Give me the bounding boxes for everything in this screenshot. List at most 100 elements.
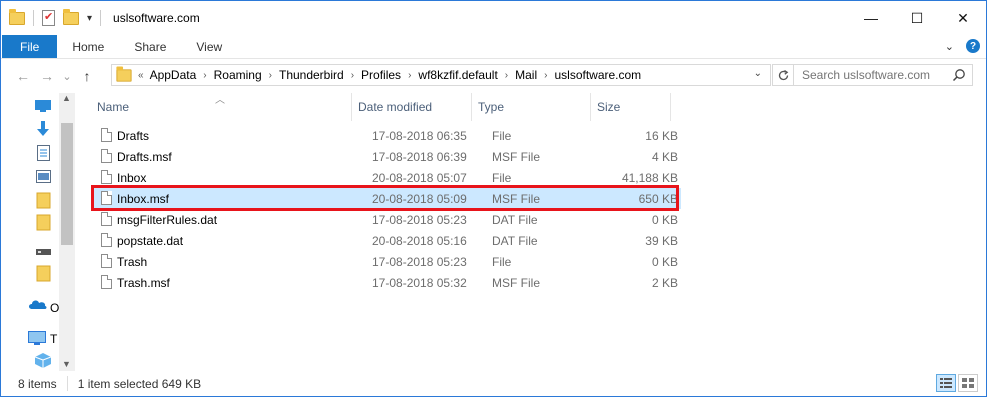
file-icon [101,149,112,163]
file-name: popstate.dat [117,233,184,248]
file-icon [101,254,112,268]
file-row[interactable]: Drafts 17-08-2018 06:35 File 16 KB [91,125,681,146]
breadcrumb-overflow[interactable]: « [138,70,144,81]
large-icons-view-button[interactable] [958,374,978,392]
details-view-button[interactable] [936,374,956,392]
address-bar[interactable]: « AppData › Roaming › Thunderbird › Prof… [111,64,771,86]
forward-arrow-icon[interactable]: → [37,68,57,84]
column-type[interactable]: Type [472,93,591,121]
tab-home[interactable]: Home [57,35,119,58]
file-rows: Drafts 17-08-2018 06:35 File 16 KB Draft… [76,125,681,293]
recent-locations-icon[interactable]: ⌄ [61,70,73,83]
file-type: DAT File [492,233,538,248]
file-icon [101,212,112,226]
refresh-icon [778,69,788,80]
file-row[interactable]: Drafts.msf 17-08-2018 06:39 MSF File 4 K… [91,146,681,167]
chevron-right-icon[interactable]: › [269,70,272,81]
title-bar: ▾ uslsoftware.com — ☐ ✕ [1,1,986,35]
breadcrumb-appdata[interactable]: AppData [150,68,197,82]
properties-icon[interactable] [42,10,55,26]
file-name: Drafts.msf [117,149,172,164]
drive-icon[interactable] [36,245,51,259]
address-history-icon[interactable]: ⌄ [754,68,762,79]
nav-this-pc-label[interactable]: T [50,332,57,346]
window-title: uslsoftware.com [113,11,200,25]
file-list: ︿ Name Date modified Type Size Drafts 17… [76,93,986,371]
search-box[interactable] [794,64,973,86]
tab-view[interactable]: View [181,35,237,58]
breadcrumb-roaming[interactable]: Roaming [214,68,262,82]
column-name[interactable]: Name [91,93,352,121]
customize-toolbar-icon[interactable]: ▾ [87,13,92,24]
file-row[interactable]: msgFilterRules.dat 17-08-2018 05:23 DAT … [91,209,681,230]
maximize-button[interactable]: ☐ [894,1,940,35]
status-bar: 8 items 1 item selected 649 KB [1,371,986,396]
file-row[interactable]: Inbox 20-08-2018 05:07 File 41,188 KB [91,167,681,188]
back-arrow-icon[interactable]: ← [13,68,33,84]
chevron-right-icon[interactable]: › [544,70,547,81]
quick-access-toolbar: ▾ [9,8,102,26]
documents-icon[interactable] [37,145,50,164]
chevron-right-icon[interactable]: › [203,70,206,81]
file-name: Inbox.msf [117,191,170,206]
chevron-right-icon[interactable]: › [351,70,354,81]
file-size: 41,188 KB [621,170,678,185]
file-row[interactable]: Trash 17-08-2018 05:23 File 0 KB [91,251,681,272]
file-type: File [492,254,512,269]
scroll-up-icon[interactable]: ▲ [62,93,71,103]
nav-onedrive-label[interactable]: O [50,301,59,315]
new-folder-icon[interactable] [63,8,79,25]
breadcrumb-profile[interactable]: wf8kzfif.default [418,68,497,82]
search-icon[interactable] [952,68,966,82]
file-icon [101,128,112,142]
help-icon[interactable]: ? [966,39,980,53]
file-row[interactable]: popstate.dat 20-08-2018 05:16 DAT File 3… [91,230,681,251]
chevron-right-icon[interactable]: › [408,70,411,81]
chevron-right-icon[interactable]: › [505,70,508,81]
file-size: 39 KB [645,233,678,248]
minimize-button[interactable]: — [848,1,894,35]
scrollbar-thumb[interactable] [61,123,73,245]
file-type: DAT File [492,212,538,227]
file-date: 17-08-2018 05:23 [372,212,467,227]
desktop-icon[interactable] [35,99,51,116]
downloads-icon[interactable] [36,121,50,140]
chevron-down-icon[interactable]: ⌄ [945,40,954,53]
file-type: File [492,170,512,185]
explorer-window: ▾ uslsoftware.com — ☐ ✕ File Home Share … [0,0,987,397]
file-name: msgFilterRules.dat [117,212,218,227]
file-name: Trash.msf [117,275,170,290]
toolbar-divider [100,10,102,26]
close-button[interactable]: ✕ [940,1,986,35]
pictures-icon[interactable] [36,170,51,186]
file-row-selected[interactable]: Inbox.msf 20-08-2018 05:09 MSF File 650 … [91,188,681,209]
scroll-down-icon[interactable]: ▼ [62,359,71,369]
tab-file[interactable]: File [2,35,58,58]
column-date-modified[interactable]: Date modified [352,93,472,121]
nav-pane-scrollbar[interactable]: ▲ ▼ [59,93,75,371]
breadcrumb-mail[interactable]: Mail [515,68,537,82]
file-date: 17-08-2018 06:35 [372,128,467,143]
file-name: Drafts [117,128,150,143]
refresh-button[interactable] [772,64,794,86]
file-date: 20-08-2018 05:07 [372,170,467,185]
tab-share[interactable]: Share [119,35,181,58]
selection-info: 1 item selected 649 KB [77,376,202,391]
this-pc-icon[interactable] [28,331,46,349]
folder-icon[interactable] [36,214,51,234]
search-input[interactable] [802,68,952,82]
file-size: 650 KB [638,191,678,206]
breadcrumb-thunderbird[interactable]: Thunderbird [279,68,344,82]
3d-objects-icon[interactable] [34,353,52,371]
breadcrumb-current-folder[interactable]: uslsoftware.com [554,68,641,82]
folder-icon [9,8,25,25]
folder-icon[interactable] [36,265,51,285]
onedrive-icon[interactable] [28,298,48,313]
breadcrumb-profiles[interactable]: Profiles [361,68,401,82]
file-name: Inbox [117,170,147,185]
up-arrow-icon[interactable]: ↑ [77,68,97,84]
file-row[interactable]: Trash.msf 17-08-2018 05:32 MSF File 2 KB [91,272,681,293]
folder-icon[interactable] [36,192,51,212]
column-size[interactable]: Size [591,93,671,121]
file-type: MSF File [492,191,540,206]
